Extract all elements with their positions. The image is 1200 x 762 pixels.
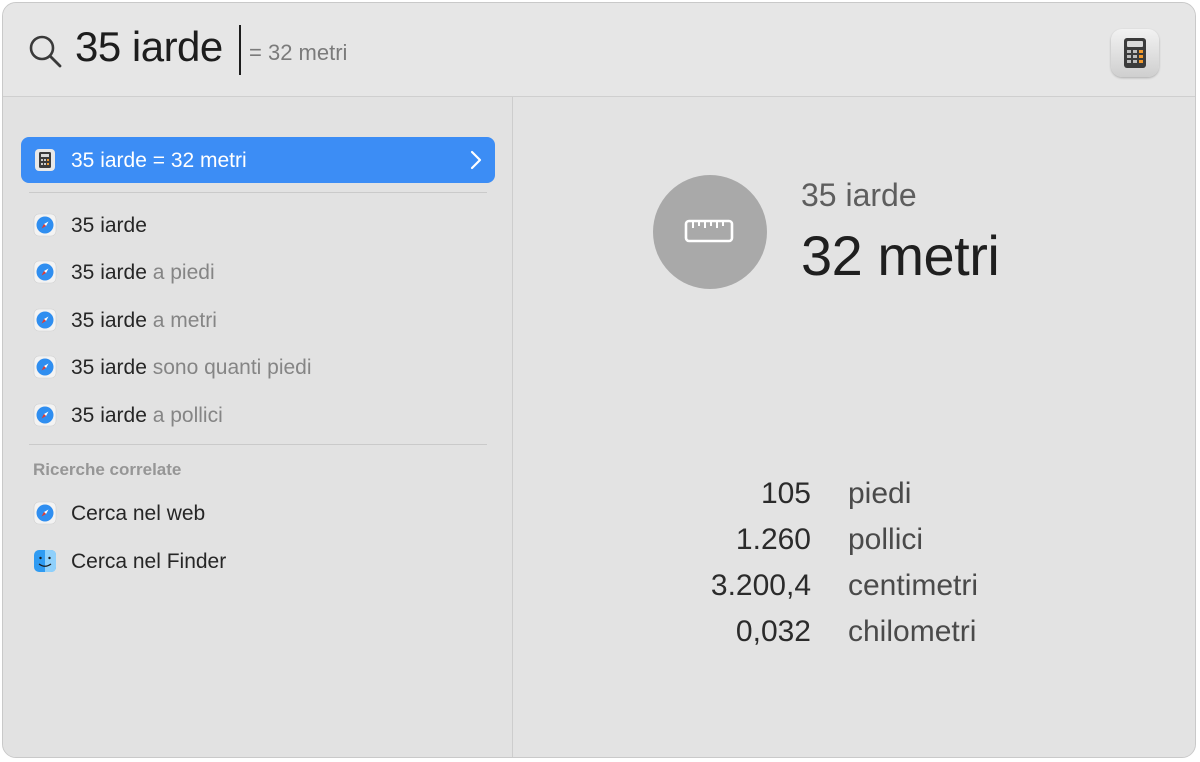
suggestion-label: 35 iarde a metri [71, 309, 217, 332]
conversion-value: 105 [760, 477, 811, 510]
suggestion-label: 35 iarde sono quanti piedi [71, 356, 312, 379]
suggestion-label: 35 iarde [71, 214, 147, 237]
from-value: 35 iarde [801, 177, 917, 213]
list-item[interactable]: 35 iarde a pollici [21, 392, 495, 438]
conversion-unit: piedi [848, 477, 912, 510]
safari-icon [33, 501, 57, 525]
top-hit-label: 35 iarde = 32 metri [71, 149, 247, 172]
list-item[interactable]: 35 iarde a metri [21, 297, 495, 343]
divider [29, 192, 487, 193]
chevron-right-icon [470, 150, 482, 170]
conversion-unit: pollici [848, 523, 924, 556]
text-caret [239, 25, 241, 75]
search-web-row[interactable]: Cerca nel web [21, 490, 495, 536]
safari-icon [33, 355, 57, 379]
to-value: 32 metri [801, 224, 1000, 287]
finder-icon [34, 550, 56, 572]
suggestion-label: 35 iarde a pollici [71, 404, 223, 427]
search-input[interactable]: 35 iarde [75, 23, 223, 71]
detail-pane: 35 iarde 32 metri 105 piedi 1.260 pollic… [513, 97, 1195, 757]
conversion-row: 1.260 pollici [663, 523, 1063, 563]
list-item[interactable]: 35 iarde sono quanti piedi [21, 344, 495, 390]
conversion-value: 1.260 [735, 523, 811, 556]
conversion-value: 0,032 [735, 615, 811, 648]
inline-result: = 32 metri [249, 40, 348, 65]
results-list: 35 iarde = 32 metri 35 iarde 35 iarde a … [3, 97, 512, 757]
search-finder-label: Cerca nel Finder [71, 550, 227, 573]
conversion-unit: centimetri [848, 569, 979, 602]
ruler-icon [653, 175, 767, 289]
conversion-row: 3.200,4 centimetri [663, 569, 1063, 609]
safari-icon [33, 260, 57, 284]
safari-icon [33, 308, 57, 332]
search-icon [29, 35, 62, 68]
suggestion-label: 35 iarde a piedi [71, 261, 215, 284]
top-hit-row[interactable]: 35 iarde = 32 metri [21, 137, 495, 183]
related-searches-heading: Ricerche correlate [33, 460, 182, 479]
safari-icon [33, 403, 57, 427]
conversion-row: 105 piedi [663, 477, 1063, 517]
conversion-unit: chilometri [848, 615, 977, 648]
list-item[interactable]: 35 iarde [21, 202, 495, 248]
divider [29, 444, 487, 445]
calculator-icon [35, 149, 55, 171]
spotlight-window: 35 iarde = 32 metri 35 iarde = 32 metri [2, 2, 1196, 758]
search-finder-row[interactable]: Cerca nel Finder [21, 538, 495, 584]
search-web-label: Cerca nel web [71, 502, 206, 525]
safari-icon [33, 213, 57, 237]
conversion-value: 3.200,4 [710, 569, 811, 602]
list-item[interactable]: 35 iarde a piedi [21, 249, 495, 295]
search-bar: 35 iarde = 32 metri [3, 3, 1195, 97]
conversion-row: 0,032 chilometri [663, 615, 1063, 655]
calculator-icon[interactable] [1111, 29, 1159, 77]
